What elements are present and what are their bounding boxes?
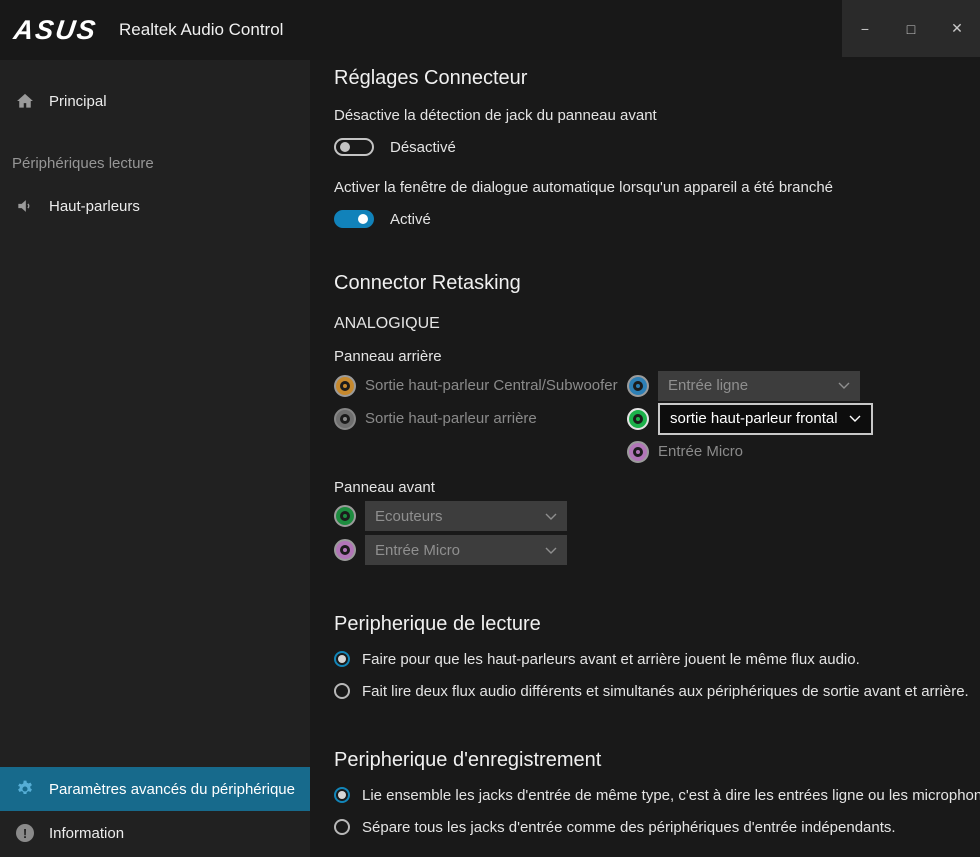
rear-left-row-2: Sortie haut-parleur arrière [334, 402, 627, 435]
front-row-2: Entrée Micro [334, 534, 980, 566]
close-button[interactable]: ✕ [934, 0, 980, 57]
toggle-row-jack-detection: Désactivé [334, 135, 980, 159]
sidebar-item-information[interactable]: ! Information [0, 811, 310, 855]
sidebar-item-label: Haut-parleurs [49, 198, 140, 215]
speaker-icon [15, 196, 35, 216]
sidebar-item-principal[interactable]: Principal [0, 79, 310, 123]
dropdown-value: Entrée Micro [375, 542, 460, 559]
rear-panel-grid: Sortie haut-parleur Central/Subwoofer En… [334, 369, 980, 468]
radio-label: Lie ensemble les jacks d'entrée de même … [362, 787, 980, 804]
toggle-state-label: Désactivé [390, 139, 456, 156]
chevron-down-icon [545, 547, 557, 554]
sidebar-bottom: Paramètres avancés du périphérique ! Inf… [0, 767, 310, 855]
front-speaker-out-dropdown[interactable]: sortie haut-parleur frontal [658, 403, 873, 435]
playback-option-1: Faire pour que les haut-parleurs avant e… [334, 648, 980, 670]
auto-dialog-toggle[interactable] [334, 210, 374, 228]
recording-option-1: Lie ensemble les jacks d'entrée de même … [334, 784, 980, 806]
rear-right-row-1: Entrée ligne [627, 369, 980, 402]
purple-jack-icon [627, 441, 649, 463]
playback-radio-two-streams[interactable] [334, 683, 350, 699]
toggle-row-auto-dialog: Activé [334, 207, 980, 231]
rear-panel-label: Panneau arrière [334, 347, 980, 367]
recording-option-2: Sépare tous les jacks d'entrée comme des… [334, 816, 980, 838]
minimize-button[interactable]: − [842, 0, 888, 57]
toggle-label-jack-detection: Désactive la détection de jack du pannea… [334, 106, 980, 126]
section-title-peripherique-enregistrement: Peripherique d'enregistrement [334, 746, 980, 774]
orange-jack-icon [334, 375, 356, 397]
mic-in-label: Entrée Micro [658, 442, 743, 462]
sidebar-item-label: Information [49, 825, 124, 842]
front-mic-in-dropdown[interactable]: Entrée Micro [365, 535, 567, 565]
maximize-button[interactable]: □ [888, 0, 934, 57]
section-title-peripherique-lecture: Peripherique de lecture [334, 610, 980, 638]
chevron-down-icon [849, 415, 861, 422]
toggle-label-auto-dialog: Activer la fenêtre de dialogue automatiq… [334, 178, 980, 198]
info-icon: ! [15, 823, 35, 843]
dropdown-value: Entrée ligne [668, 377, 748, 394]
sidebar-item-label: Principal [49, 93, 107, 110]
recording-radio-separate-jacks[interactable] [334, 819, 350, 835]
rear-right-row-3: Entrée Micro [627, 435, 980, 468]
rear-left-row-3 [334, 435, 627, 468]
gear-icon [15, 779, 35, 799]
home-icon [15, 91, 35, 111]
titlebar: ASUS Realtek Audio Control − □ ✕ [0, 0, 980, 60]
playback-radio-same-stream[interactable] [334, 651, 350, 667]
jack-detection-toggle[interactable] [334, 138, 374, 156]
gray-jack-icon [334, 408, 356, 430]
blue-jack-icon [627, 375, 649, 397]
app-title: Realtek Audio Control [119, 20, 283, 40]
front-row-1: Ecouteurs [334, 500, 980, 532]
green-jack-icon [334, 505, 356, 527]
jack-label: Sortie haut-parleur Central/Subwoofer [365, 376, 618, 396]
sidebar-section-label: Périphériques lecture [12, 155, 310, 172]
section-title-reglages-connecteur: Réglages Connecteur [334, 64, 980, 92]
jack-label: Sortie haut-parleur arrière [365, 409, 537, 429]
sidebar-item-haut-parleurs[interactable]: Haut-parleurs [0, 184, 310, 228]
dropdown-value: sortie haut-parleur frontal [670, 410, 838, 427]
line-in-dropdown[interactable]: Entrée ligne [658, 371, 860, 401]
toggle-state-label: Activé [390, 211, 431, 228]
window-controls: − □ ✕ [842, 0, 980, 57]
dropdown-value: Ecouteurs [375, 508, 443, 525]
radio-label: Fait lire deux flux audio différents et … [362, 683, 969, 700]
radio-label: Faire pour que les haut-parleurs avant e… [362, 651, 860, 668]
radio-label: Sépare tous les jacks d'entrée comme des… [362, 819, 896, 836]
recording-radio-link-jacks[interactable] [334, 787, 350, 803]
sidebar-item-label: Paramètres avancés du périphérique [49, 781, 295, 798]
app-window: ASUS Realtek Audio Control − □ ✕ Princip… [0, 0, 980, 857]
rear-right-row-2: sortie haut-parleur frontal [627, 402, 980, 435]
main-content: Réglages Connecteur Désactive la détecti… [310, 60, 980, 857]
asus-logo: ASUS [12, 15, 99, 46]
purple-jack-icon [334, 539, 356, 561]
section-title-connector-retasking: Connector Retasking [334, 269, 980, 297]
subsection-analogique: ANALOGIQUE [334, 313, 980, 335]
sidebar: Principal Périphériques lecture Haut-par… [0, 60, 310, 857]
playback-option-2: Fait lire deux flux audio différents et … [334, 680, 980, 702]
rear-left-row-1: Sortie haut-parleur Central/Subwoofer [334, 369, 627, 402]
sidebar-item-parametres-avances[interactable]: Paramètres avancés du périphérique [0, 767, 310, 811]
chevron-down-icon [838, 382, 850, 389]
front-panel-label: Panneau avant [334, 478, 980, 498]
chevron-down-icon [545, 513, 557, 520]
green-jack-icon [627, 408, 649, 430]
headphones-dropdown[interactable]: Ecouteurs [365, 501, 567, 531]
